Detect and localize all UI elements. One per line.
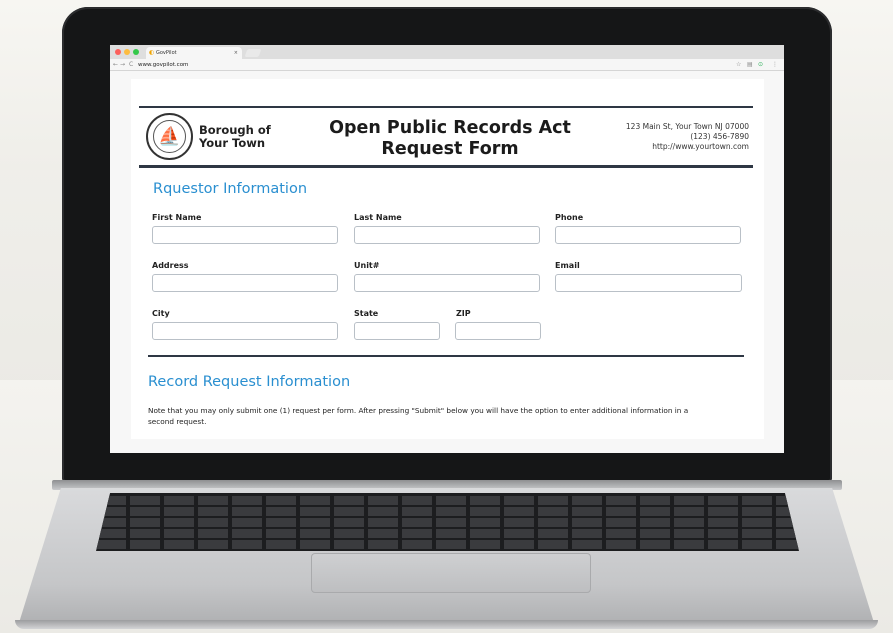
address-bar[interactable]: www.govpilot.com (138, 60, 188, 70)
unit-input[interactable] (354, 274, 540, 292)
keyboard-row (96, 540, 799, 549)
window-zoom-dot[interactable] (133, 49, 139, 55)
contact-address: 123 Main St, Your Town NJ 07000 (123) 45… (625, 122, 749, 151)
reader-icon[interactable]: ▤ (747, 60, 753, 70)
header-top-rule (139, 106, 753, 108)
govpilot-favicon-icon: ◐ (149, 49, 155, 56)
page-title: Open Public Records Act Request Form (329, 118, 571, 159)
ship-icon: ⛵ (153, 120, 186, 153)
browser-menu-icon[interactable]: ⋮ (772, 60, 778, 70)
browser-tab[interactable]: ◐ GovPilot × (146, 47, 242, 59)
keyboard-row (96, 518, 799, 527)
zip-label: ZIP (456, 309, 471, 318)
first-name-label: First Name (152, 213, 202, 222)
city-label: City (152, 309, 170, 318)
extension-icon[interactable]: ⊙ (758, 60, 763, 70)
borough-name: Borough of Your Town (199, 123, 271, 150)
city-input[interactable] (152, 322, 338, 340)
phone-label: Phone (555, 213, 584, 222)
tab-close-icon[interactable]: × (234, 47, 238, 59)
email-input[interactable] (555, 274, 742, 292)
section-divider (148, 355, 744, 357)
new-tab-button[interactable] (244, 49, 262, 57)
window-close-dot[interactable] (115, 49, 121, 55)
browser-tab-strip: ◐ GovPilot × (110, 45, 784, 59)
unit-label: Unit# (354, 261, 380, 270)
laptop-front-edge (15, 620, 878, 629)
last-name-label: Last Name (354, 213, 402, 222)
laptop-screen: ◐ GovPilot × ← → C www.govpilot.com ☆ ▤ … (110, 45, 784, 453)
request-note: Note that you may only submit one (1) re… (148, 406, 689, 426)
keyboard-row (96, 496, 799, 505)
forward-icon[interactable]: → (120, 60, 125, 70)
laptop-trackpad (311, 553, 591, 593)
state-label: State (354, 309, 379, 318)
browser-toolbar: ← → C www.govpilot.com ☆ ▤ ⊙ ⋮ (110, 59, 784, 71)
state-input[interactable] (354, 322, 440, 340)
record-section-title: Record Request Information (148, 374, 351, 390)
keyboard-row (96, 529, 799, 538)
requestor-section-title: Rquestor Information (153, 181, 308, 197)
tab-title: GovPilot (156, 50, 177, 56)
first-name-input[interactable] (152, 226, 338, 244)
borough-seal-logo: ⛵ (146, 113, 193, 160)
address-label: Address (152, 261, 189, 270)
back-icon[interactable]: ← (113, 60, 118, 70)
header-bottom-rule (139, 165, 753, 168)
reload-icon[interactable]: C (129, 60, 133, 70)
address-input[interactable] (152, 274, 338, 292)
window-minimize-dot[interactable] (124, 49, 130, 55)
zip-input[interactable] (455, 322, 541, 340)
email-label: Email (555, 261, 580, 270)
keyboard-row (96, 507, 799, 516)
phone-input[interactable] (555, 226, 741, 244)
bookmark-star-icon[interactable]: ☆ (736, 60, 741, 70)
laptop-keyboard (96, 493, 799, 551)
last-name-input[interactable] (354, 226, 540, 244)
